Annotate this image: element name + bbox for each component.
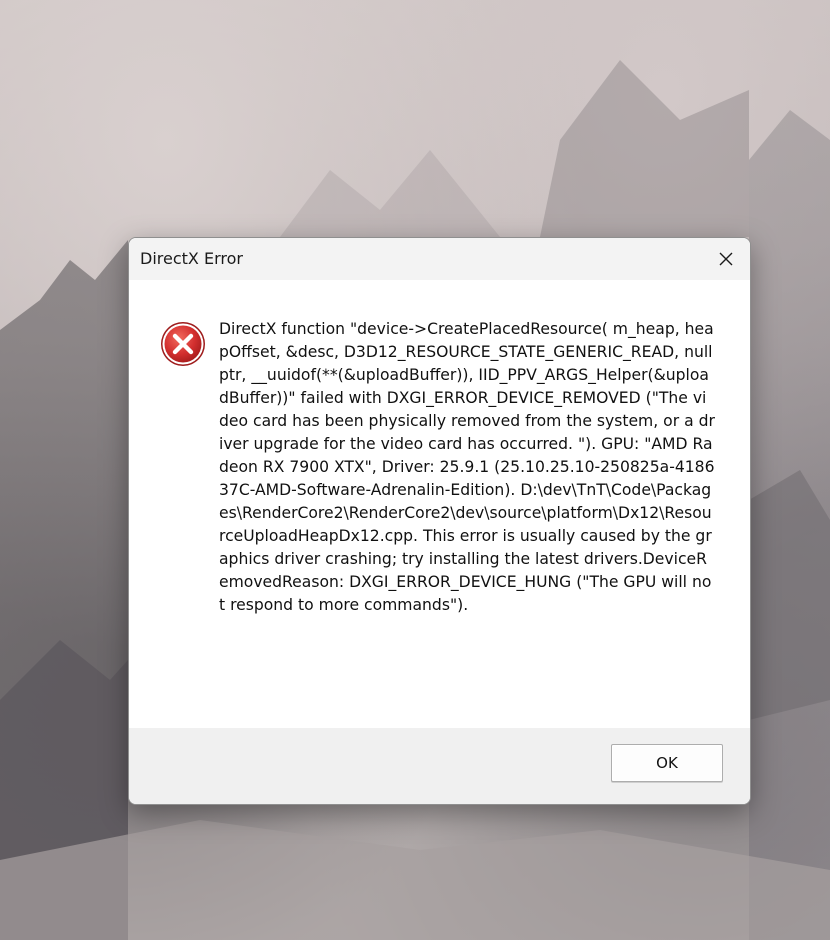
dialog-titlebar[interactable]: DirectX Error xyxy=(129,238,750,280)
ok-button[interactable]: OK xyxy=(611,744,723,782)
dialog-content: DirectX function "device->CreatePlacedRe… xyxy=(129,280,750,728)
close-button[interactable] xyxy=(702,238,750,280)
dialog-title: DirectX Error xyxy=(140,249,243,268)
error-icon xyxy=(161,322,205,366)
directx-error-dialog: DirectX Error DirectX function "device->… xyxy=(128,237,751,805)
dialog-footer: OK xyxy=(129,728,750,804)
close-icon xyxy=(719,252,733,266)
error-message: DirectX function "device->CreatePlacedRe… xyxy=(219,320,715,614)
